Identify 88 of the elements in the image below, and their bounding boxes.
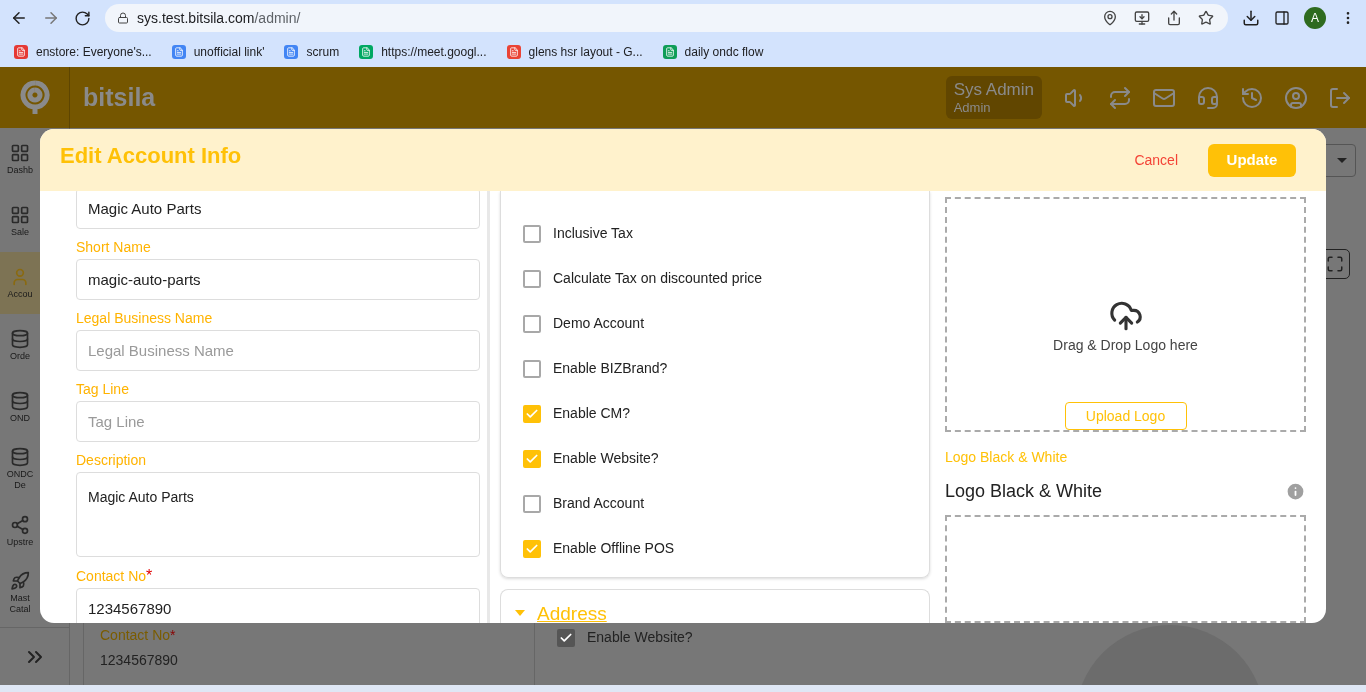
person-icon [10,266,30,287]
checkbox-label: Calculate Tax on discounted price [553,269,763,288]
rocket-icon [10,571,30,591]
checkbox-label: Enable CM? [553,404,631,423]
logo-drop-zone[interactable]: Drag & Drop Logo here Upload Logo [945,197,1306,432]
bookmark[interactable]: https://meet.googl... [359,42,487,61]
bookmark[interactable]: unofficial link' [171,42,265,61]
field-label: Contact No* [100,626,177,645]
field-label: Contact No* [76,567,154,585]
checkbox[interactable] [523,224,541,243]
sidebar-label: Upstre [5,536,35,548]
caret-icon [1337,158,1347,163]
drop-hint: Drag & Drop Logo here [1053,336,1198,355]
checkbox-label: Demo Account [553,314,645,333]
swap-icon[interactable] [1108,85,1132,110]
location-icon[interactable] [1102,10,1118,26]
grid-icon [10,204,30,225]
logo-icon [19,79,50,116]
checkbox[interactable] [523,269,541,288]
bookmark[interactable]: enstore: Everyone's... [14,42,152,61]
hub-icon [10,514,30,535]
checkbox[interactable] [557,628,575,647]
brand-name: bitsila [83,81,156,113]
coins-icon [10,328,30,349]
fullscreen-icon [1326,255,1344,273]
caret-icon[interactable] [515,610,525,616]
checkbox[interactable] [523,359,541,378]
sidebar-item[interactable]: ONDC De [0,438,69,500]
field-label: Legal Business Name [76,310,214,327]
sidebar-item[interactable]: OND [0,376,69,438]
field-label: Logo Black & White [945,448,1069,467]
sidebar-label: OND [9,412,31,424]
url-path: /admin/ [254,9,301,26]
sidebar-label: Sale [10,226,30,238]
sidebar-label: Accou [6,288,34,300]
sidebar-label: Mast Catal [8,593,32,615]
checkbox-label: Inclusive Tax [553,224,633,243]
checkbox-label: Enable BIZBrand? [553,359,668,378]
checkbox[interactable] [523,494,541,513]
star-icon[interactable] [1198,10,1214,26]
sidebar-label: Orde [9,350,31,362]
input-field[interactable]: Tag Line [76,401,480,442]
headset-icon[interactable] [1196,85,1220,110]
coins-icon [10,390,30,411]
logo-drop-zone[interactable] [945,515,1306,623]
share-icon[interactable] [1166,10,1182,26]
sidebar-label: ONDC De [5,469,35,491]
grid-icon [10,142,30,163]
input-field[interactable]: 1234567890 [76,588,480,623]
history-icon[interactable] [1240,85,1264,110]
input-field[interactable]: magic-auto-parts [76,259,480,300]
bookmark[interactable]: glens hsr layout - G... [506,42,643,61]
checkbox-label: Enable Website? [553,449,659,468]
checkbox-label: Enable Website? [587,628,693,647]
coins-icon [10,447,30,467]
logout-icon[interactable] [1328,85,1352,110]
field-label: Tag Line [76,381,130,398]
section-title: Logo Black & White [945,480,1103,503]
url-host: sys.test.bitsila.com [137,9,255,26]
cancel-button[interactable]: Cancel [1134,150,1178,171]
sidebar-label: Dashb [6,164,34,176]
bookmark[interactable]: scrum [284,42,340,61]
sidebar-item[interactable]: Orde [0,314,69,376]
field-value: 1234567890 [100,651,179,670]
install-icon[interactable] [1134,10,1150,26]
bookmark[interactable]: daily ondc flow [662,42,764,61]
field-label: Short Name [76,239,152,256]
profile-avatar[interactable]: A [1304,7,1326,29]
info-icon[interactable] [1285,481,1306,502]
checkbox-label: Brand Account [553,494,645,513]
reload-icon[interactable] [74,9,91,27]
forward-icon[interactable] [42,9,60,27]
download-icon[interactable] [1242,9,1260,27]
input-field[interactable]: Magic Auto Parts [76,191,480,229]
dialog-title: Edit Account Info [60,142,242,170]
back-icon[interactable] [10,9,28,27]
side-panel-icon[interactable] [1274,10,1290,26]
sidebar-item[interactable]: Upstre [0,500,69,562]
checkbox-label: Enable Offline POS [553,539,675,558]
field-label: Description [76,452,148,469]
sidebar-item[interactable]: Mast Catal [0,562,69,624]
input-field[interactable]: Legal Business Name [76,330,480,371]
sidebar-item[interactable]: Sale [0,190,69,252]
checkbox[interactable] [523,314,541,333]
user-icon[interactable] [1284,85,1308,110]
textarea-field[interactable]: Magic Auto Parts [76,472,480,557]
lock-icon [117,12,129,24]
address-bar[interactable]: sys.test.bitsila.com/admin/ [105,4,1228,32]
